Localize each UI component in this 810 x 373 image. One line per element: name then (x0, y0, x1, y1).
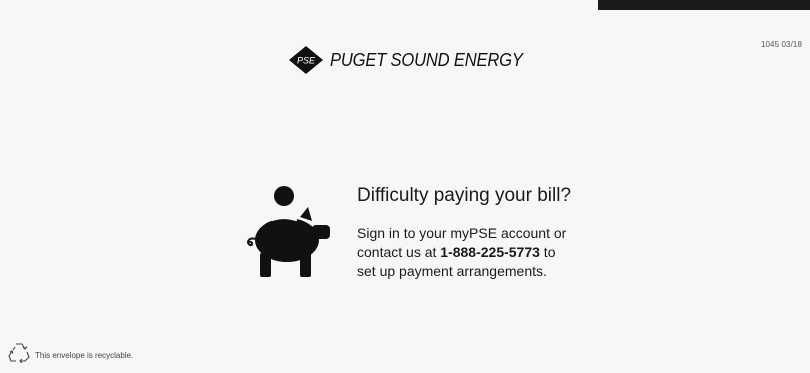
top-edge-bar (598, 0, 810, 10)
message-line-3: set up payment arrangements. (357, 263, 547, 279)
brand-header: PSE PUGET SOUND ENERGY (288, 45, 539, 75)
message-line-2: contact us at 1-888-225-5773 to (357, 243, 617, 262)
contact-prefix: contact us at (357, 244, 441, 260)
recycle-note: This envelope is recyclable. (35, 350, 134, 360)
recycle-icon (8, 343, 30, 363)
contact-suffix: to (539, 244, 556, 260)
logo-text: PSE (297, 56, 316, 66)
recycle-notice: This envelope is recyclable. (7, 341, 133, 363)
brand-name: PUGET SOUND ENERGY (330, 49, 523, 70)
headline: Difficulty paying your bill? (357, 185, 572, 206)
piggy-bank-icon (247, 186, 330, 277)
phone-number: 1-888-225-5773 (440, 244, 540, 260)
envelope-page: 1045 03/18 PSE PUGET SOUND ENERGY Diffic… (0, 0, 810, 373)
pse-diamond-logo-icon: PSE (289, 46, 323, 74)
message-body: Sign in to your myPSE account or contact… (357, 224, 617, 281)
message-line-1: Sign in to your myPSE account or (357, 225, 567, 241)
form-code: 1045 03/18 (760, 40, 802, 49)
